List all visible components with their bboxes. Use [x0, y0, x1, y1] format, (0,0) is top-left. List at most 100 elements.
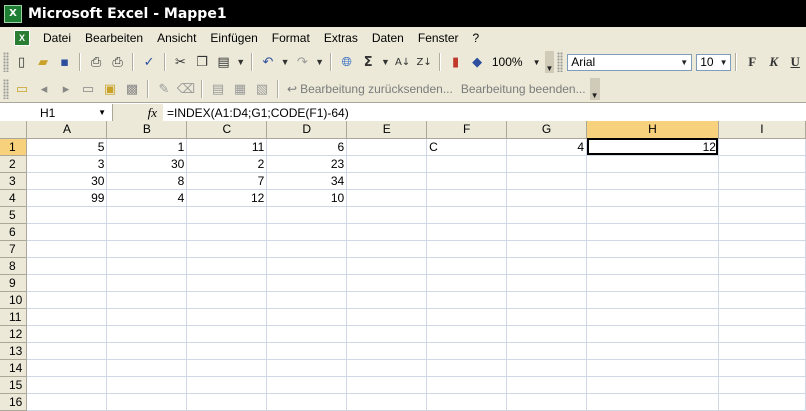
cell-e9[interactable] [346, 274, 428, 292]
track-changes-icon[interactable]: ▤ [208, 79, 228, 99]
cell-c10[interactable] [186, 291, 268, 309]
cell-f14[interactable] [426, 359, 508, 377]
cell-d2[interactable]: 23 [266, 155, 348, 173]
cell-i16[interactable] [718, 393, 806, 411]
cell-c15[interactable] [186, 376, 268, 394]
cell-i8[interactable] [718, 257, 806, 275]
cell-e7[interactable] [346, 240, 428, 258]
menu-extras[interactable]: Extras [317, 28, 365, 48]
cell-i13[interactable] [718, 342, 806, 360]
ink-annotation-icon[interactable]: ✎ [154, 79, 174, 99]
row-header-3[interactable]: 3 [0, 172, 28, 190]
cell-h16[interactable] [586, 393, 719, 411]
print-preview-icon[interactable]: ⎙ [86, 52, 106, 72]
bold-button[interactable]: F [742, 52, 762, 72]
cell-h9[interactable] [586, 274, 719, 292]
cell-g1[interactable]: 4 [506, 138, 588, 156]
column-header-b[interactable]: B [106, 121, 188, 139]
cell-e8[interactable] [346, 257, 428, 275]
show-comment-icon[interactable]: ▭ [78, 79, 98, 99]
cell-b4[interactable]: 4 [106, 189, 188, 207]
undo-icon[interactable]: ↶ [258, 52, 278, 72]
cell-d7[interactable] [266, 240, 348, 258]
cell-h12[interactable] [586, 325, 719, 343]
row-header-7[interactable]: 7 [0, 240, 28, 258]
cell-a11[interactable] [26, 308, 108, 326]
row-header-6[interactable]: 6 [0, 223, 28, 241]
cell-c1[interactable]: 11 [186, 138, 268, 156]
cell-d14[interactable] [266, 359, 348, 377]
cell-i9[interactable] [718, 274, 806, 292]
paste-dropdown-icon[interactable]: ▼ [236, 57, 245, 67]
cell-a4[interactable]: 99 [26, 189, 108, 207]
cell-h11[interactable] [586, 308, 719, 326]
cell-g4[interactable] [506, 189, 588, 207]
new-document-icon[interactable]: ▯ [12, 52, 32, 72]
cell-a14[interactable] [26, 359, 108, 377]
cell-g10[interactable] [506, 291, 588, 309]
cell-b2[interactable]: 30 [106, 155, 188, 173]
sort-ascending-icon[interactable]: A↓ [393, 52, 413, 72]
cell-d11[interactable] [266, 308, 348, 326]
row-header-4[interactable]: 4 [0, 189, 28, 207]
cell-d3[interactable]: 34 [266, 172, 348, 190]
menu-bearbeiten[interactable]: Bearbeiten [78, 28, 150, 48]
cell-f16[interactable] [426, 393, 508, 411]
cell-e16[interactable] [346, 393, 428, 411]
delete-comment-icon[interactable]: ▩ [122, 79, 142, 99]
cell-i11[interactable] [718, 308, 806, 326]
cut-icon[interactable]: ✂ [171, 52, 191, 72]
cell-i15[interactable] [718, 376, 806, 394]
reply-with-changes-button[interactable]: ↩ Bearbeitung zurücksenden... [283, 82, 457, 96]
menu-einfuegen[interactable]: Einfügen [203, 28, 264, 48]
cell-f7[interactable] [426, 240, 508, 258]
column-header-c[interactable]: C [186, 121, 268, 139]
ink-eraser-icon[interactable]: ⌫ [176, 79, 196, 99]
cell-f8[interactable] [426, 257, 508, 275]
row-header-15[interactable]: 15 [0, 376, 28, 394]
column-header-i[interactable]: I [718, 121, 806, 139]
cell-a9[interactable] [26, 274, 108, 292]
cell-f2[interactable] [426, 155, 508, 173]
cell-b15[interactable] [106, 376, 188, 394]
cell-a5[interactable] [26, 206, 108, 224]
cell-f4[interactable] [426, 189, 508, 207]
cell-a15[interactable] [26, 376, 108, 394]
autosum-icon[interactable]: Σ [358, 52, 378, 72]
cell-h3[interactable] [586, 172, 719, 190]
cell-a2[interactable]: 3 [26, 155, 108, 173]
cell-d12[interactable] [266, 325, 348, 343]
cell-b10[interactable] [106, 291, 188, 309]
menu-ansicht[interactable]: Ansicht [150, 28, 203, 48]
column-header-e[interactable]: E [346, 121, 428, 139]
cell-f15[interactable] [426, 376, 508, 394]
excel-app-icon[interactable]: X [4, 4, 22, 23]
cell-e15[interactable] [346, 376, 428, 394]
cell-d16[interactable] [266, 393, 348, 411]
cell-g12[interactable] [506, 325, 588, 343]
cell-g8[interactable] [506, 257, 588, 275]
cell-b11[interactable] [106, 308, 188, 326]
chart-wizard-icon[interactable]: ▮ [446, 52, 466, 72]
cell-b16[interactable] [106, 393, 188, 411]
cell-c7[interactable] [186, 240, 268, 258]
cell-e11[interactable] [346, 308, 428, 326]
spreadsheet-grid[interactable]: A B C D E F G H I 1 5 1 11 6 C 4 12 2 3 30 2 23 3 30 8 7 34 4 99 4 12 1… [0, 121, 806, 411]
cell-a10[interactable] [26, 291, 108, 309]
cell-i1[interactable] [718, 138, 806, 156]
cell-f6[interactable] [426, 223, 508, 241]
cell-h2[interactable] [586, 155, 719, 173]
toolbar-grip[interactable] [3, 52, 9, 72]
cell-c2[interactable]: 2 [186, 155, 268, 173]
column-header-h[interactable]: H [586, 121, 719, 139]
row-header-8[interactable]: 8 [0, 257, 28, 275]
cell-c14[interactable] [186, 359, 268, 377]
row-header-10[interactable]: 10 [0, 291, 28, 309]
cell-h14[interactable] [586, 359, 719, 377]
cell-g16[interactable] [506, 393, 588, 411]
toolbar-options-icon[interactable]: ▼ [589, 78, 600, 100]
cell-a13[interactable] [26, 342, 108, 360]
hyperlink-icon[interactable]: 🌐︎ [337, 52, 357, 72]
sort-descending-icon[interactable]: Z↓ [414, 52, 434, 72]
row-header-5[interactable]: 5 [0, 206, 28, 224]
